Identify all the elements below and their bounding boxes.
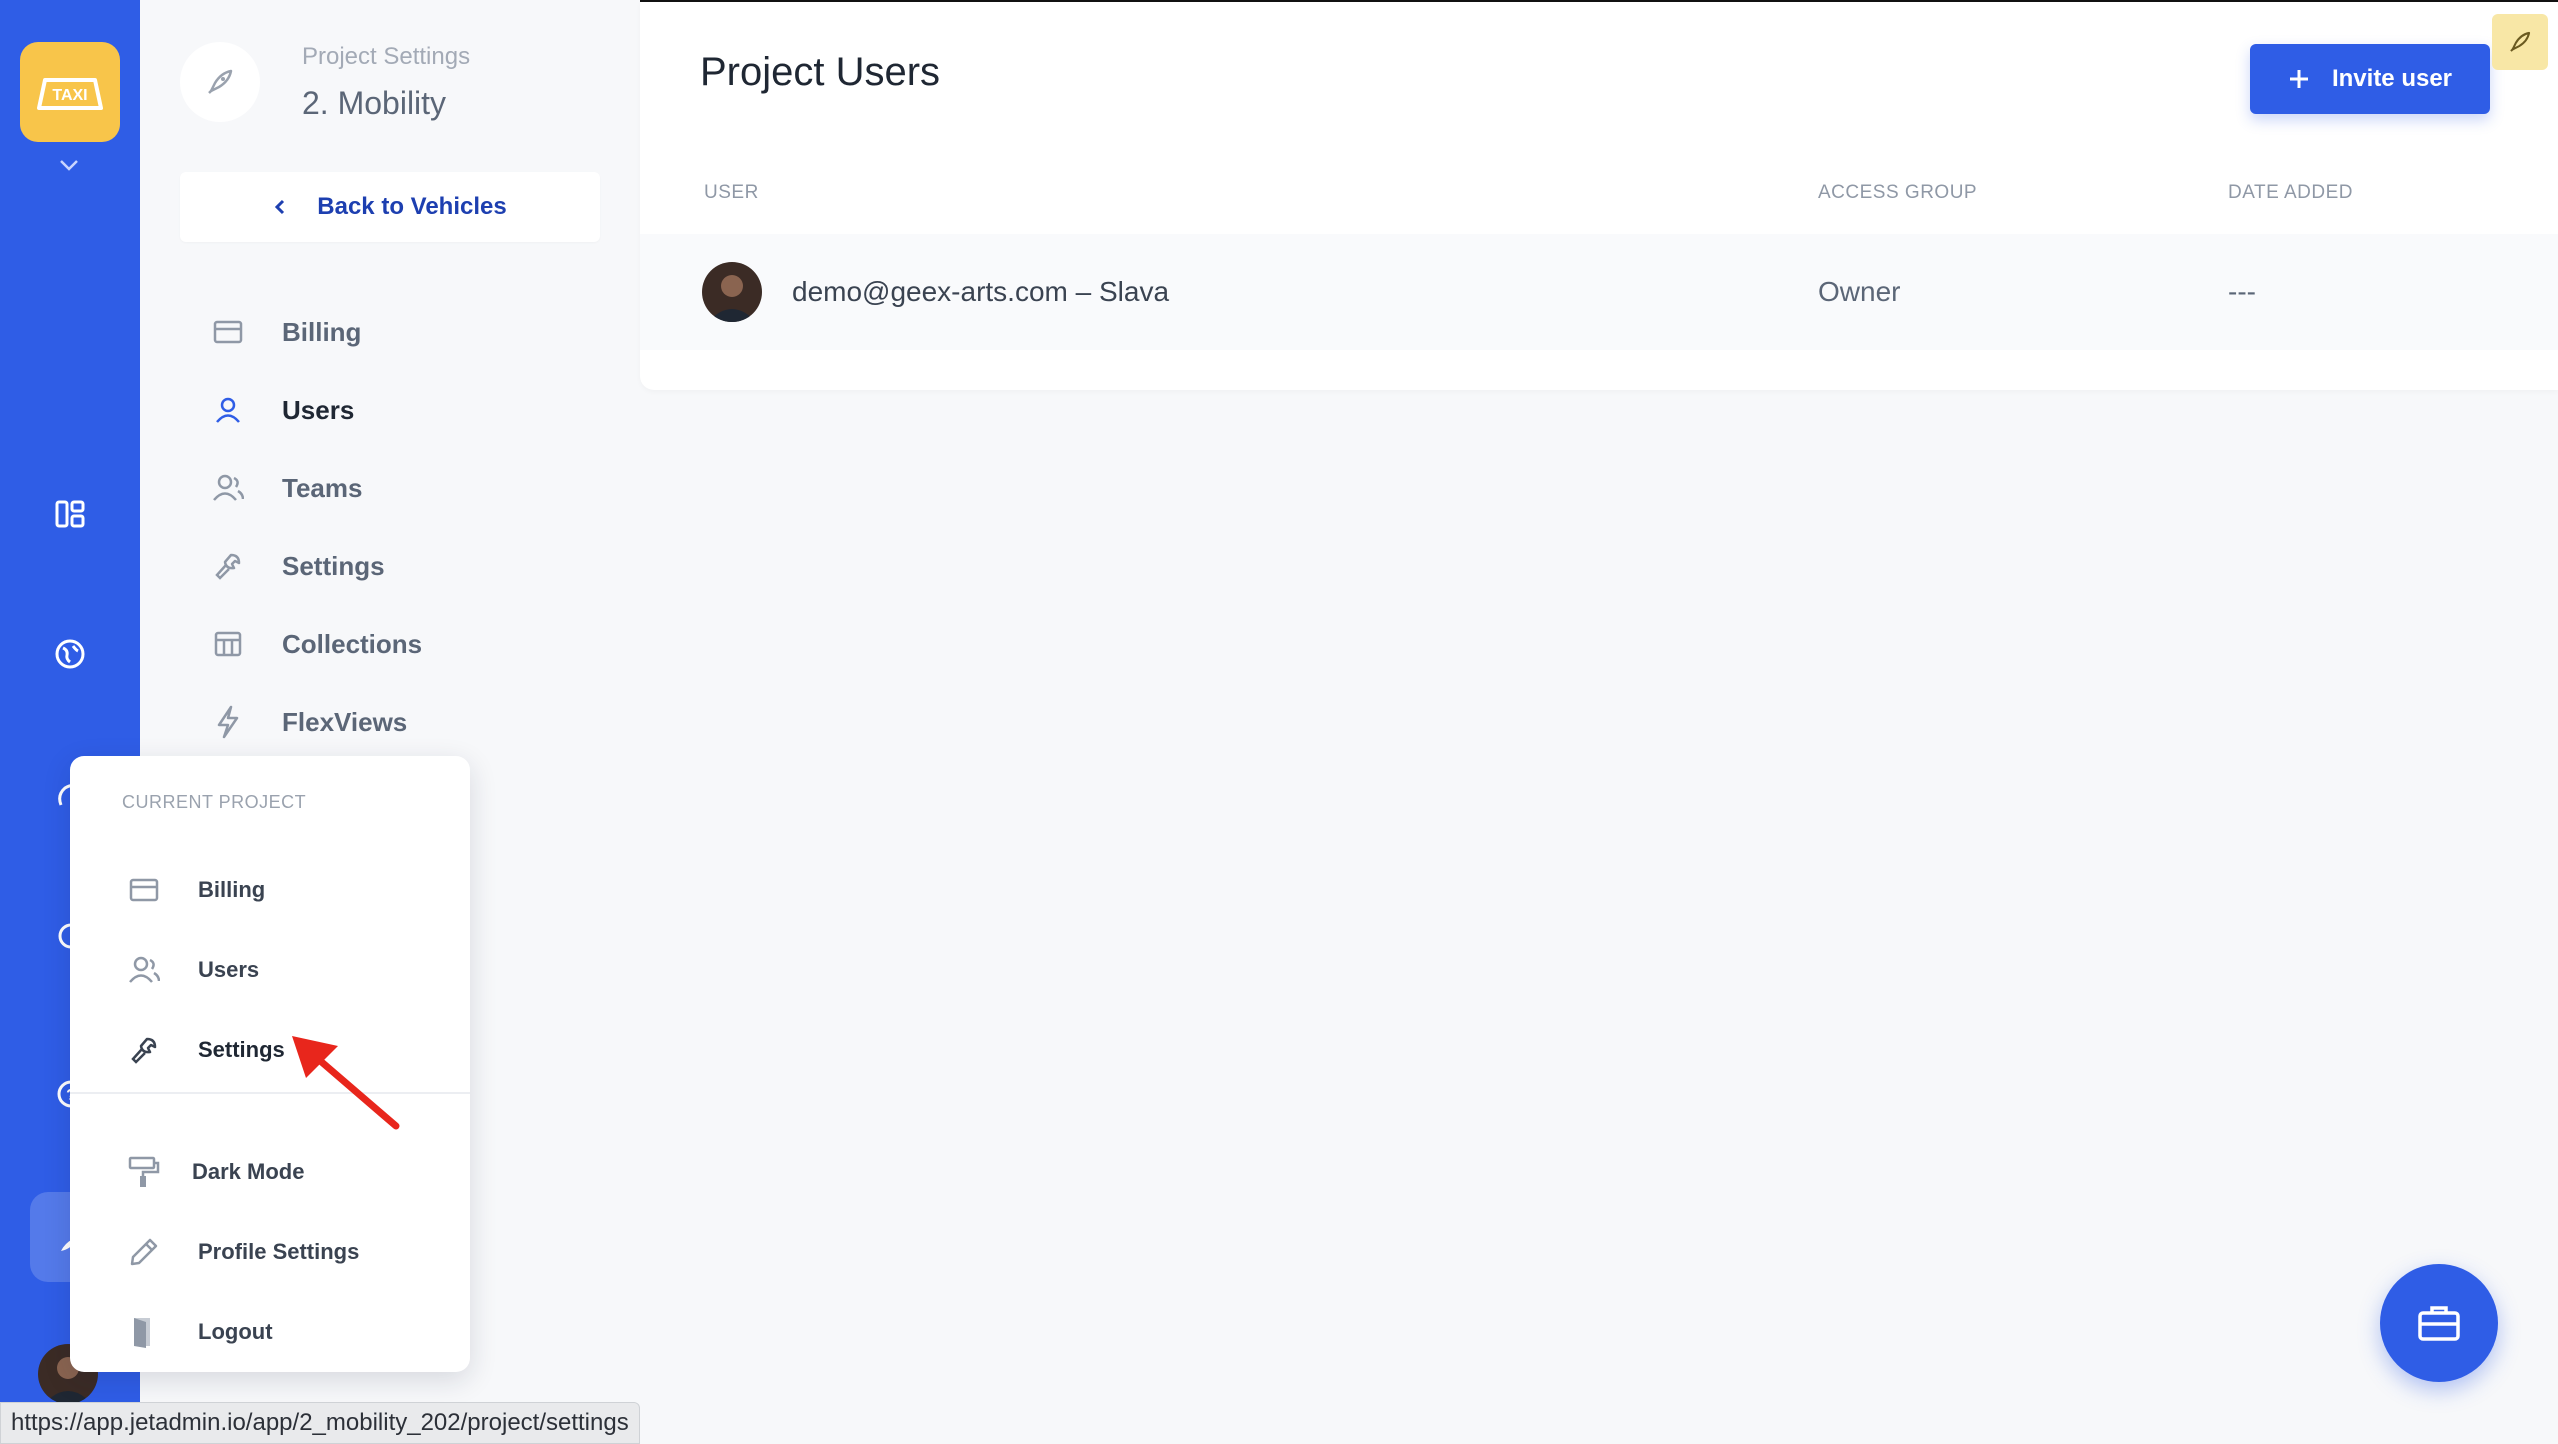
invite-button-label: Invite user: [2331, 65, 2453, 92]
access-group-cell: Owner: [1818, 276, 1901, 307]
nav-item-settings[interactable]: Settings: [210, 542, 385, 590]
menu-item-profile-settings[interactable]: Profile Settings: [126, 1232, 359, 1272]
wrench-icon: [126, 1032, 162, 1068]
menu-item-label: Profile Settings: [198, 1239, 360, 1264]
menu-divider: [70, 1092, 470, 1094]
account-dropdown-menu: CURRENT PROJECT Billing Users Settings D…: [70, 756, 470, 1372]
rocket-icon: [2510, 31, 2531, 52]
lightning-icon: [210, 704, 246, 740]
project-header: Project Settings 2. Mobility: [180, 42, 470, 122]
nav-item-label: Teams: [282, 472, 363, 503]
nav-item-label: Billing: [282, 316, 362, 347]
back-to-vehicles-button[interactable]: Back to Vehicles: [180, 172, 600, 242]
briefcase-fab[interactable]: [2380, 1264, 2498, 1382]
nav-item-collections[interactable]: Collections: [210, 620, 422, 668]
door-icon: [126, 1314, 162, 1350]
page-title: Project Users: [700, 50, 941, 94]
menu-item-label: Logout: [198, 1319, 273, 1344]
user-icon: [210, 392, 246, 428]
paint-roller-icon: [126, 1154, 162, 1190]
billing-icon: [210, 314, 246, 350]
top-border: [640, 0, 2558, 2]
briefcase-icon: [2418, 1306, 2460, 1341]
logo-text: TAXI: [52, 87, 87, 104]
billing-icon: [126, 872, 162, 908]
menu-item-label: Dark Mode: [192, 1159, 305, 1184]
table-icon: [210, 626, 246, 662]
nav-item-flexviews[interactable]: FlexViews: [210, 698, 407, 746]
menu-item-label: Settings: [198, 1037, 285, 1062]
chevron-left-icon: [275, 199, 285, 215]
menu-item-dark-mode[interactable]: Dark Mode: [126, 1152, 304, 1192]
nav-item-billing[interactable]: Billing: [210, 308, 361, 356]
menu-item-billing[interactable]: Billing: [126, 870, 265, 910]
table-row[interactable]: demo@geex-arts.com – Slava Owner ---: [640, 234, 2558, 350]
wrench-icon: [210, 548, 246, 584]
invite-user-button[interactable]: Invite user: [2250, 44, 2490, 114]
project-subtitle: Project Settings: [302, 42, 471, 70]
chevron-down-icon[interactable]: [58, 158, 80, 172]
column-header-user[interactable]: USER: [704, 182, 759, 204]
nav-item-label: FlexViews: [282, 706, 408, 737]
nav-item-users[interactable]: Users: [210, 386, 354, 434]
pencil-icon: [126, 1234, 162, 1270]
column-header-date-added[interactable]: DATE ADDED: [2228, 182, 2353, 204]
user-email: demo@geex-arts.com – Slava: [792, 276, 1170, 307]
link-status-bar: https://app.jetadmin.io/app/2_mobility_2…: [0, 1402, 640, 1444]
app-logo[interactable]: TAXI: [20, 42, 120, 142]
project-users-card: Project Users Invite user USER ACCESS GR…: [640, 2, 2558, 390]
menu-item-users[interactable]: Users: [126, 950, 259, 990]
date-added-cell: ---: [2228, 276, 2256, 307]
nav-item-label: Settings: [282, 550, 385, 581]
users-icon: [126, 952, 162, 988]
team-icon: [210, 470, 246, 506]
rocket-icon: [180, 42, 260, 122]
menu-item-settings[interactable]: Settings: [126, 1030, 285, 1070]
taxi-logo-icon: TAXI: [37, 78, 103, 110]
dashboard-icon[interactable]: [50, 494, 90, 534]
nav-item-label: Collections: [282, 628, 423, 659]
column-header-access-group[interactable]: ACCESS GROUP: [1818, 182, 1977, 204]
avatar: [702, 262, 762, 322]
project-title: 2. Mobility: [302, 84, 447, 121]
plus-icon: [2289, 70, 2308, 88]
menu-section-header: CURRENT PROJECT: [122, 792, 307, 812]
nav-item-teams[interactable]: Teams: [210, 464, 362, 512]
menu-item-label: Billing: [198, 877, 266, 902]
menu-item-label: Users: [198, 957, 260, 982]
nav-item-label: Users: [282, 394, 355, 425]
launch-badge[interactable]: [2492, 14, 2548, 70]
back-button-label: Back to Vehicles: [317, 193, 507, 220]
menu-item-logout[interactable]: Logout: [126, 1312, 273, 1352]
globe-icon[interactable]: [50, 634, 90, 674]
annotation-arrow-icon: [292, 1036, 400, 1130]
